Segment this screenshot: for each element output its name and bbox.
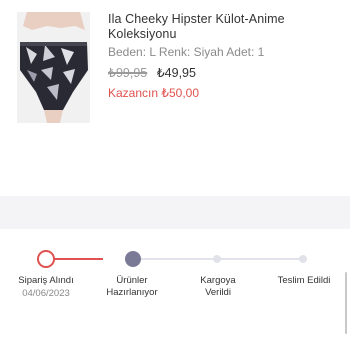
step-dot-order-received xyxy=(37,250,55,268)
step-date-order-received: 04/06/2023 xyxy=(22,288,70,299)
product-details: Beden: L Renk: Siyah Adet: 1 xyxy=(108,45,265,59)
product-info: Ila Cheeky Hipster Külot-Anime Koleksiyo… xyxy=(108,12,344,101)
step-label-delivered: Teslim Edildi xyxy=(277,275,331,286)
step-label-preparing: Ürünler Hazırlanıyor xyxy=(106,275,158,298)
price-row: ₺99,95 ₺49,95 xyxy=(108,65,344,81)
original-price: ₺99,95 xyxy=(108,66,148,80)
product-name[interactable]: Ila Cheeky Hipster Külot-Anime Koleksiyo… xyxy=(108,12,344,42)
underwear-image-icon xyxy=(17,12,90,123)
order-status-tracker: Sipariş Alındı 04/06/2023 Ürünler Hazırl… xyxy=(0,229,350,350)
step-label-shipped: Kargoya Verildi xyxy=(200,275,236,298)
section-divider xyxy=(0,196,350,229)
step-dot-shipped xyxy=(213,255,221,263)
progress-line-completed xyxy=(47,258,103,260)
order-item-card[interactable]: Ila Cheeky Hipster Külot-Anime Koleksiyo… xyxy=(0,0,350,140)
step-label-order-received: Sipariş Alındı xyxy=(18,275,74,286)
product-image[interactable] xyxy=(17,12,90,123)
sale-price: ₺49,95 xyxy=(156,66,196,80)
scrollbar[interactable] xyxy=(345,272,347,334)
step-dot-delivered xyxy=(299,255,307,263)
savings-amount: Kazancın ₺50,00 xyxy=(108,86,200,100)
step-dot-preparing xyxy=(125,251,141,267)
